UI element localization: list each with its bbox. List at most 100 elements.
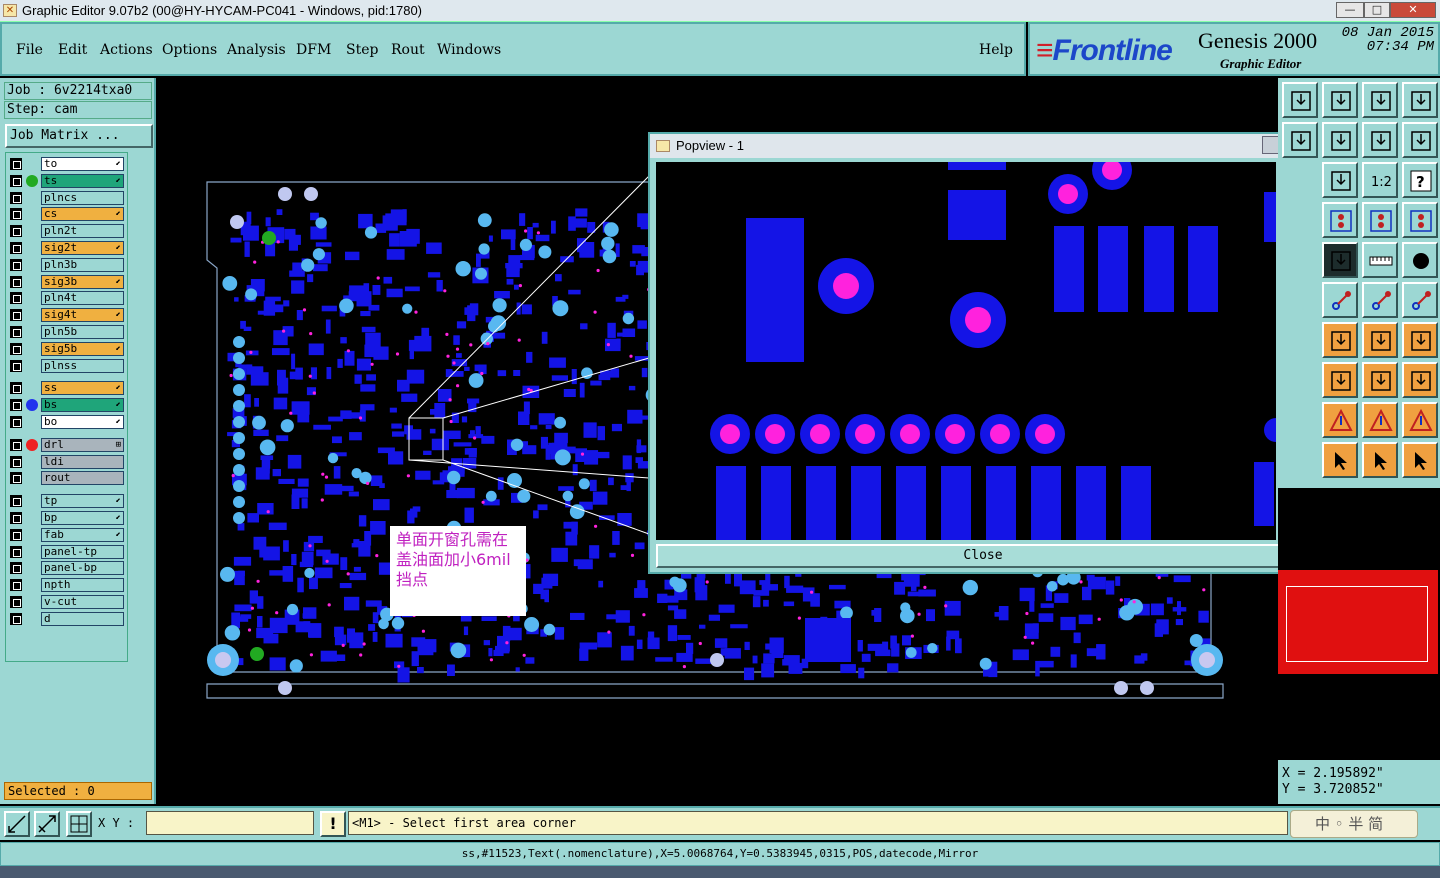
overview-viewport[interactable] — [1278, 570, 1438, 674]
layer-checkbox[interactable] — [10, 495, 22, 508]
layers-alt-button[interactable] — [1402, 202, 1438, 238]
tool-b1-button[interactable] — [1282, 122, 1318, 158]
menu-help[interactable]: Help — [979, 42, 1013, 58]
duplicate-button[interactable] — [1402, 362, 1438, 398]
layer-row-cs[interactable]: cs ⬋ — [8, 207, 126, 222]
center-button[interactable] — [1322, 162, 1358, 198]
layer-checkbox[interactable] — [10, 562, 22, 575]
layer-row-bs[interactable]: bs ⬋ — [8, 398, 126, 413]
layer-name[interactable]: plncs — [41, 190, 124, 205]
layer-name[interactable]: bo ⬋ — [41, 415, 124, 429]
layer-row-panel-bp[interactable]: panel-bp — [8, 561, 126, 576]
cursor-alt-button[interactable] — [1362, 442, 1398, 478]
layer-checkbox[interactable] — [10, 455, 22, 468]
layer-row-plnss[interactable]: plnss — [8, 358, 126, 373]
resize-button[interactable] — [1362, 362, 1398, 398]
job-matrix-button[interactable]: Job Matrix ... — [5, 124, 153, 148]
xy-input[interactable] — [146, 811, 314, 835]
layer-row-ss[interactable]: ss ⬋ — [8, 381, 126, 396]
layer-name[interactable]: ldi — [41, 454, 124, 469]
snap-button[interactable] — [1402, 122, 1438, 158]
layer-row-pln3b[interactable]: pln3b — [8, 257, 126, 272]
layer-name[interactable]: ts ⬋ — [41, 173, 124, 188]
layer-name[interactable]: v-cut — [41, 595, 124, 609]
layer-row-fab[interactable]: fab ⬋ — [8, 527, 126, 542]
layer-name[interactable]: bp ⬋ — [41, 511, 124, 525]
grid-view-button[interactable] — [1322, 202, 1358, 238]
layer-name[interactable]: to ⬋ — [41, 157, 124, 171]
layer-checkbox[interactable] — [10, 191, 22, 204]
layer-row-panel-tp[interactable]: panel-tp — [8, 544, 126, 559]
import-button[interactable] — [1322, 82, 1358, 118]
menu-edit[interactable]: Edit — [58, 42, 87, 58]
layer-checkbox[interactable] — [10, 382, 22, 395]
layer-name[interactable]: sig5b ⬋ — [41, 341, 124, 356]
layer-name[interactable]: drl ⊞ — [41, 437, 124, 452]
alert-button[interactable]: ! — [320, 811, 346, 837]
line-button[interactable] — [1322, 322, 1358, 358]
layer-row-npth[interactable]: npth — [8, 578, 126, 593]
layer-name[interactable]: pln3b — [41, 257, 124, 272]
layer-row-sig3b[interactable]: sig3b ⬋ — [8, 274, 126, 289]
layer-name[interactable]: fab ⬋ — [41, 527, 124, 542]
layer-name[interactable]: sig2t ⬋ — [41, 241, 124, 255]
rotate-button[interactable] — [1362, 322, 1398, 358]
layer-name[interactable]: sig4t ⬋ — [41, 308, 124, 323]
menu-rout[interactable]: Rout — [391, 42, 425, 58]
zoom-fit-button[interactable] — [4, 811, 30, 837]
mirror-button[interactable] — [1402, 322, 1438, 358]
menu-file[interactable]: File — [16, 42, 43, 58]
connect-button[interactable] — [1362, 282, 1398, 318]
layer-name[interactable]: ss ⬋ — [41, 381, 124, 396]
layer-row-tp[interactable]: tp ⬋ — [8, 494, 126, 509]
layer-name[interactable]: pln4t — [41, 291, 124, 306]
layer-name[interactable]: panel-bp — [41, 561, 124, 576]
layer-checkbox[interactable] — [10, 416, 22, 428]
layer-row-to[interactable]: to ⬋ — [8, 157, 126, 171]
menu-actions[interactable]: Actions — [100, 42, 153, 58]
layer-row-sig4t[interactable]: sig4t ⬋ — [8, 308, 126, 323]
layer-checkbox[interactable] — [10, 579, 22, 592]
layer-name[interactable]: rout — [41, 471, 124, 486]
layer-checkbox[interactable] — [10, 275, 22, 288]
layer-row-drl[interactable]: drl ⊞ — [8, 437, 126, 452]
menu-options[interactable]: Options — [162, 42, 217, 58]
layer-checkbox[interactable] — [10, 528, 22, 541]
panel-button[interactable] — [1402, 82, 1438, 118]
layer-row-d[interactable]: d — [8, 611, 126, 626]
layer-row-pln2t[interactable]: pln2t — [8, 224, 126, 239]
ruler-button[interactable] — [1362, 242, 1398, 278]
layer-checkbox[interactable] — [10, 208, 22, 221]
layer-checkbox[interactable] — [10, 438, 22, 451]
triangle-mark-button[interactable] — [1402, 402, 1438, 438]
layer-row-v-cut[interactable]: v-cut — [8, 595, 126, 609]
layer-checkbox[interactable] — [10, 225, 22, 238]
layer-checkbox[interactable] — [10, 174, 22, 187]
menu-dfm[interactable]: DFM — [296, 42, 331, 58]
pad-button[interactable] — [1402, 242, 1438, 278]
layer-checkbox[interactable] — [10, 359, 22, 372]
delete-button[interactable] — [1322, 282, 1358, 318]
layer-checkbox[interactable] — [10, 292, 22, 305]
layer-name[interactable]: bs ⬋ — [41, 398, 124, 413]
layer-row-ldi[interactable]: ldi — [8, 454, 126, 469]
layer-name[interactable]: sig3b ⬋ — [41, 274, 124, 289]
color-button[interactable] — [1322, 242, 1358, 278]
split-button[interactable] — [1362, 122, 1398, 158]
layer-name[interactable]: pln2t — [41, 224, 124, 239]
measure-button[interactable] — [34, 811, 60, 837]
connect-alt-button[interactable] — [1402, 282, 1438, 318]
menu-step[interactable]: Step — [346, 42, 378, 58]
layer-checkbox[interactable] — [10, 512, 22, 524]
triangle-alt-button[interactable] — [1362, 402, 1398, 438]
layer-row-sig5b[interactable]: sig5b ⬋ — [8, 341, 126, 356]
layer-checkbox[interactable] — [10, 309, 22, 322]
layer-name[interactable]: npth — [41, 578, 124, 593]
layer-name[interactable]: pln5b — [41, 325, 124, 339]
layer-name[interactable]: cs ⬋ — [41, 207, 124, 222]
layer-checkbox[interactable] — [10, 258, 22, 271]
maximize-button[interactable]: □ — [1364, 2, 1390, 18]
layer-row-pln4t[interactable]: pln4t — [8, 291, 126, 306]
layer-checkbox[interactable] — [10, 399, 22, 412]
layer-name[interactable]: panel-tp — [41, 544, 124, 559]
